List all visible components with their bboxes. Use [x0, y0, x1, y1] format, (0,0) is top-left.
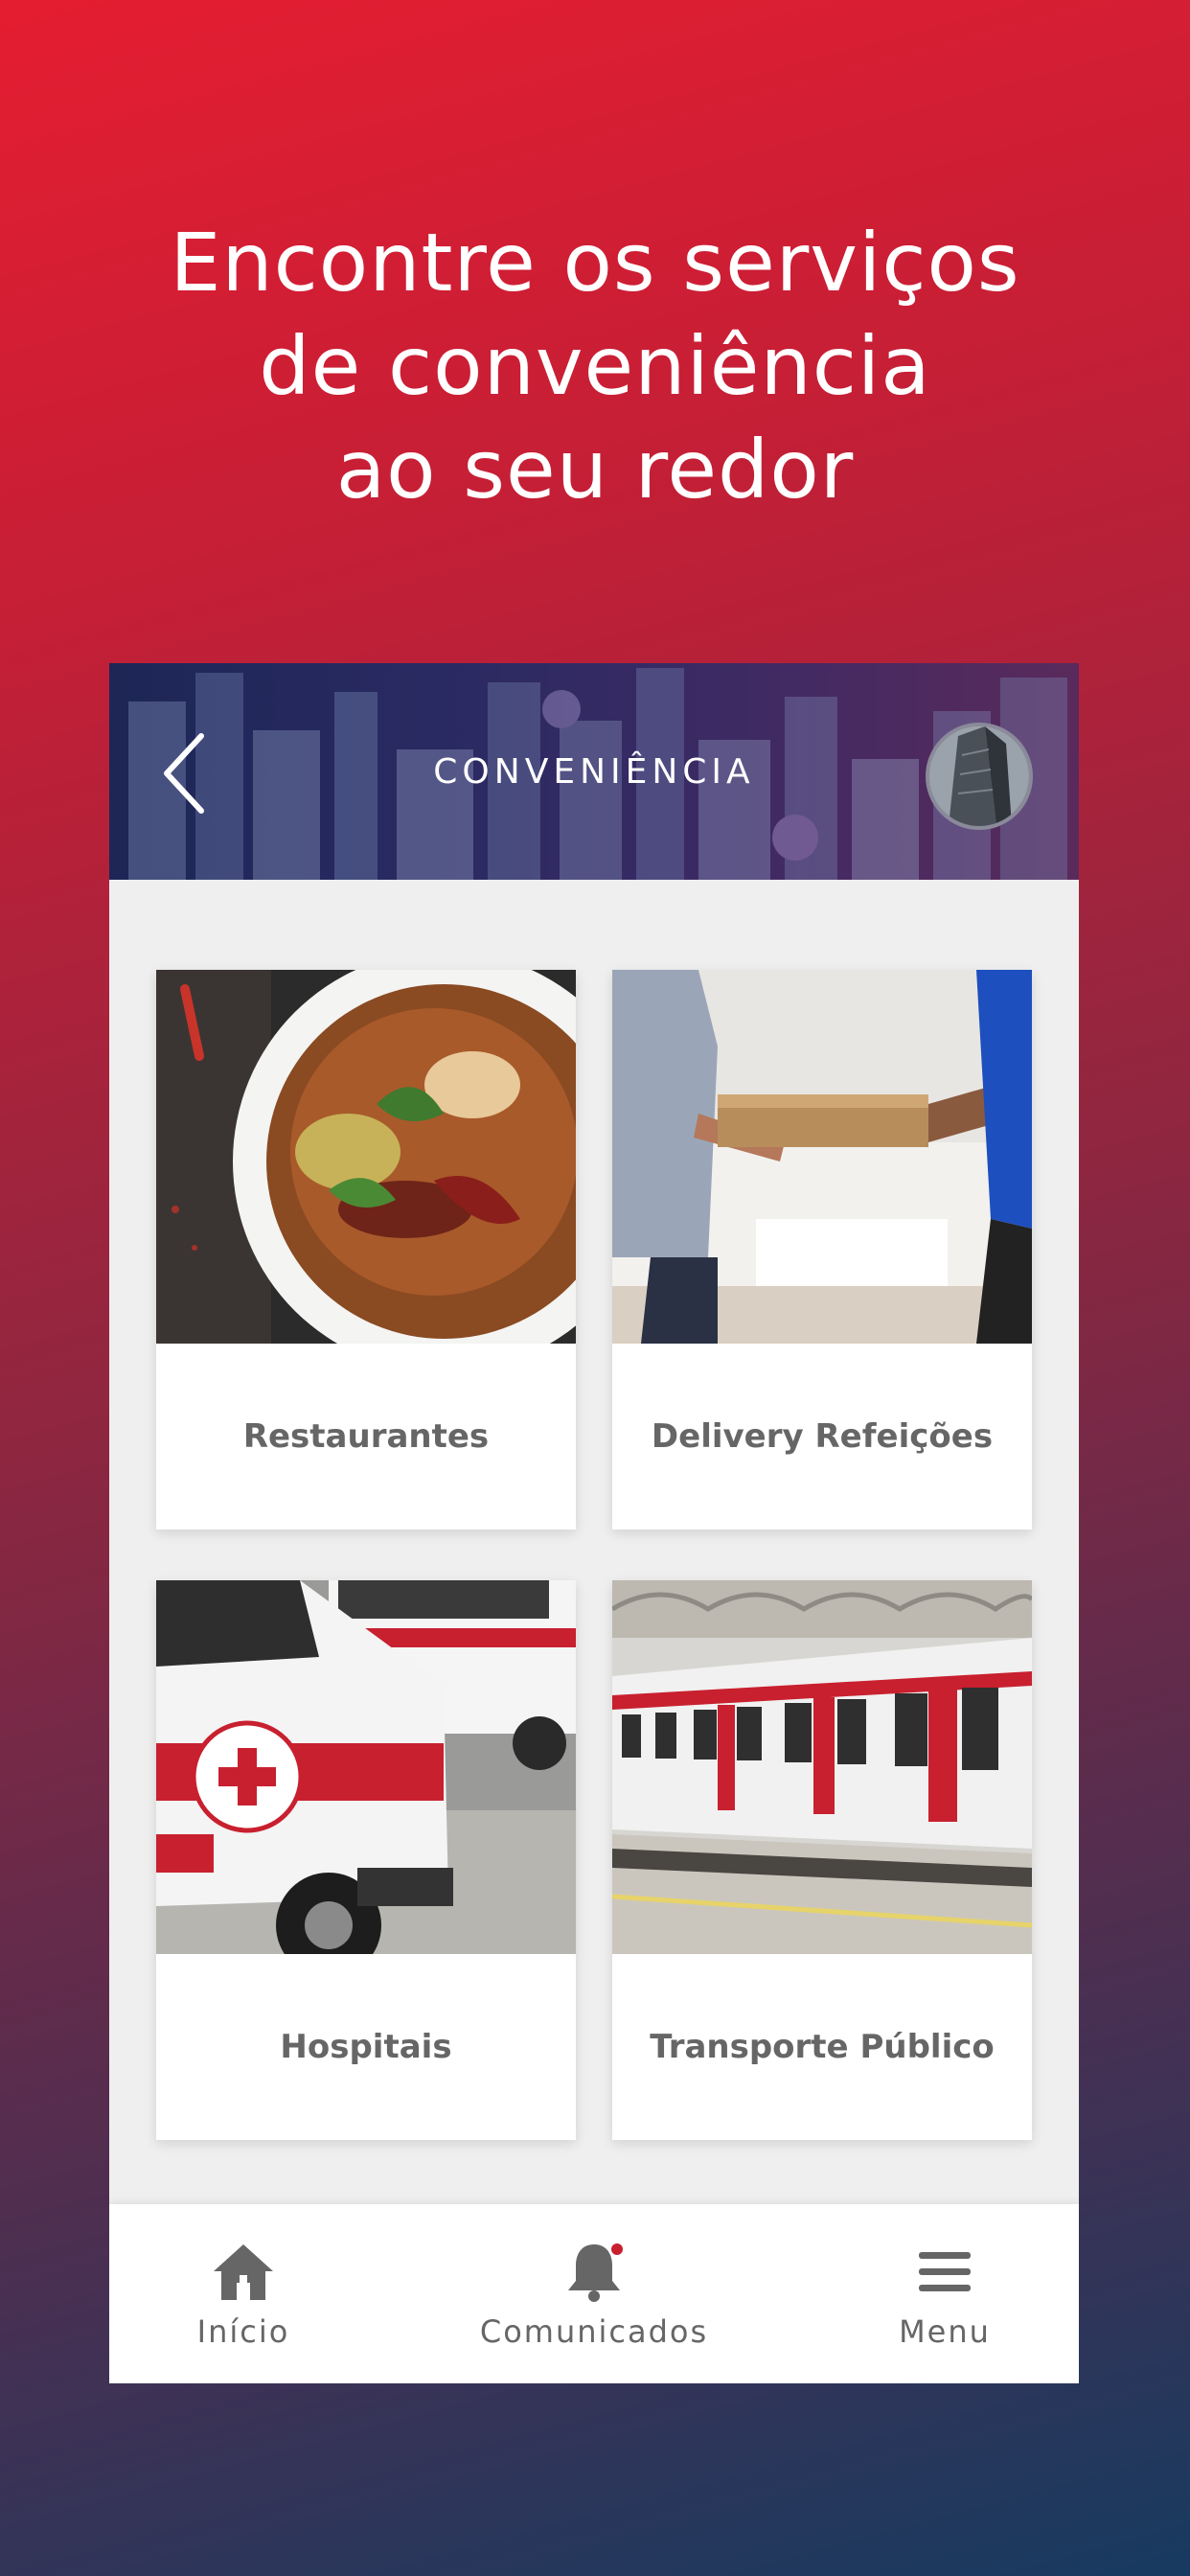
app-screen: CONVENIÊNCIA Restaurantes Delivery Refei… — [109, 663, 1079, 2383]
app-header: CONVENIÊNCIA — [109, 663, 1079, 880]
category-label: Hospitais — [280, 2028, 452, 2066]
notification-dot — [608, 2240, 626, 2258]
tab-inicio[interactable]: Início — [109, 2204, 378, 2383]
tab-label: Comunicados — [479, 2312, 709, 2350]
headline-line-3: ao seu redor — [335, 423, 855, 517]
tab-label: Início — [196, 2312, 290, 2350]
tab-menu[interactable]: Menu — [811, 2204, 1079, 2383]
category-card-hospitais[interactable]: Hospitais — [156, 1580, 576, 2140]
category-card-restaurantes[interactable]: Restaurantes — [156, 970, 576, 1530]
headline-line-2: de conveniência — [259, 319, 931, 413]
avatar-building-image — [929, 726, 1029, 826]
bell-icon — [561, 2239, 628, 2306]
category-label: Restaurantes — [242, 1417, 490, 1456]
category-label: Transporte Público — [650, 2028, 995, 2066]
tab-comunicados[interactable]: Comunicados — [460, 2204, 728, 2383]
category-card-transporte-publico[interactable]: Transporte Público — [612, 1580, 1032, 2140]
hamburger-menu-icon — [919, 2251, 971, 2291]
pizza-delivery-photo — [612, 970, 1032, 1344]
bottom-tab-bar: Início Comunicados Menu — [109, 2204, 1079, 2383]
headline: Encontre os serviços de conveniência ao … — [0, 211, 1190, 521]
avatar[interactable] — [926, 723, 1033, 830]
category-label: Delivery Refeições — [651, 1417, 994, 1456]
headline-line-1: Encontre os serviços — [170, 216, 1020, 310]
ambulance-photo — [156, 1580, 576, 1954]
subway-train-photo — [612, 1580, 1032, 1954]
food-bowl-photo — [156, 970, 576, 1344]
home-icon — [214, 2243, 273, 2300]
tab-label: Menu — [899, 2312, 991, 2350]
category-card-delivery-refeicoes[interactable]: Delivery Refeições — [612, 970, 1032, 1530]
